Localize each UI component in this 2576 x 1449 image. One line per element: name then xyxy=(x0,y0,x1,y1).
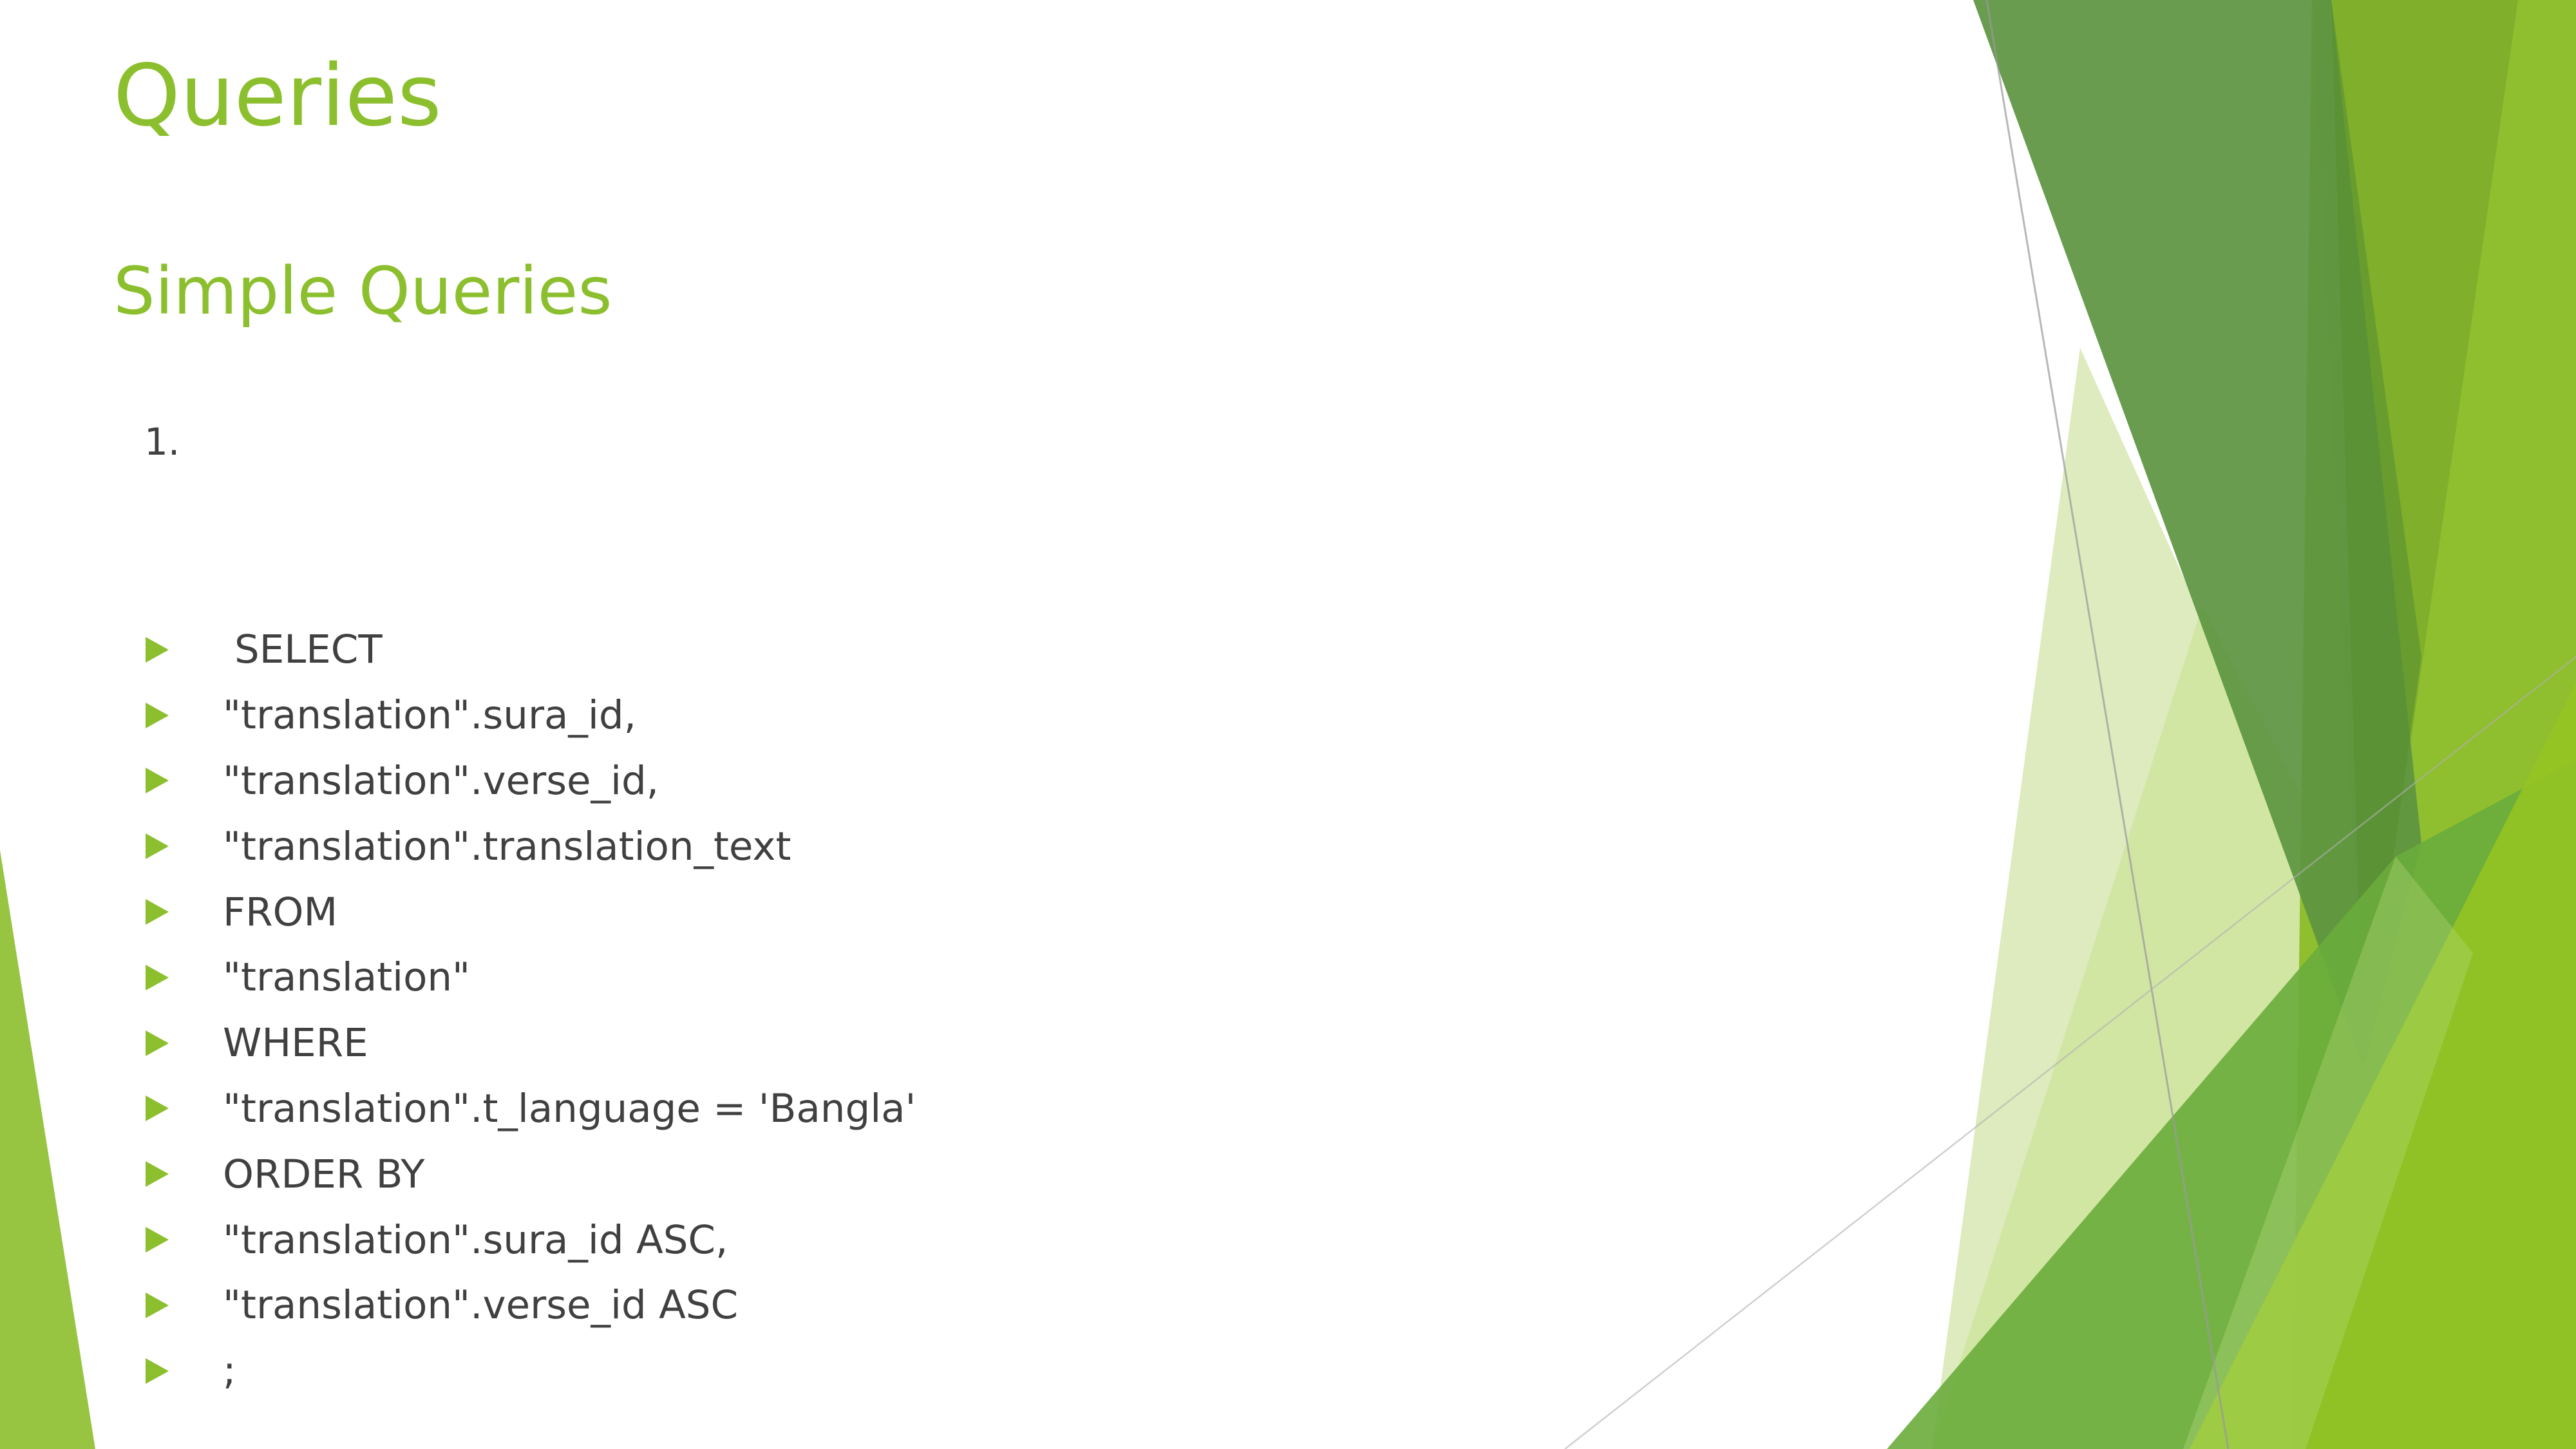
triangle-bullet-icon xyxy=(146,964,169,990)
triangle-bullet-icon xyxy=(146,833,169,860)
sql-line-text: "translation" xyxy=(223,954,471,1001)
sql-line-text: ; xyxy=(223,1348,236,1394)
sql-line: "translation".translation_text xyxy=(146,813,916,879)
sql-line: "translation".t_language = 'Bangla' xyxy=(146,1076,916,1142)
slide: Queries Simple Queries 1. SELECT "transl… xyxy=(0,0,2576,1449)
sql-line-text: FROM xyxy=(223,889,338,935)
sql-line: FROM xyxy=(146,879,916,945)
sql-line-text: "translation".sura_id ASC, xyxy=(223,1217,728,1263)
sql-line: "translation".sura_id ASC, xyxy=(146,1207,916,1273)
triangle-bullet-icon xyxy=(146,1358,169,1384)
triangle-bullet-icon xyxy=(146,636,169,663)
slide-title: Queries xyxy=(113,46,442,146)
triangle-bullet-icon xyxy=(146,1095,169,1122)
sql-line: ORDER BY xyxy=(146,1141,916,1207)
sql-line-text: "translation".verse_id, xyxy=(223,757,659,804)
triangle-bullet-icon xyxy=(146,1227,169,1253)
sql-line: "translation".verse_id, xyxy=(146,748,916,814)
sql-line: "translation".sura_id, xyxy=(146,683,916,748)
sql-line-text: "translation".sura_id, xyxy=(223,692,636,739)
sql-line: WHERE xyxy=(146,1010,916,1076)
sql-line: ; xyxy=(146,1338,916,1404)
triangle-bullet-icon xyxy=(146,1161,169,1188)
sql-line-text: "translation".translation_text xyxy=(223,823,791,869)
sql-line-text: "translation".verse_id ASC xyxy=(223,1282,739,1329)
triangle-bullet-icon xyxy=(146,1292,169,1318)
slide-subtitle: Simple Queries xyxy=(113,253,612,330)
sql-query-list: SELECT "translation".sura_id, "translati… xyxy=(146,617,916,1404)
sql-line-text: WHERE xyxy=(223,1020,368,1066)
triangle-bullet-icon xyxy=(146,899,169,925)
sql-line-text: ORDER BY xyxy=(223,1151,425,1197)
item-number: 1. xyxy=(144,420,180,464)
triangle-bullet-icon xyxy=(146,1030,169,1056)
sql-line-text: "translation".t_language = 'Bangla' xyxy=(223,1085,916,1132)
sql-line-text: SELECT xyxy=(234,627,383,673)
sql-line: "translation".verse_id ASC xyxy=(146,1273,916,1338)
sql-line: "translation" xyxy=(146,945,916,1010)
triangle-bullet-icon xyxy=(146,768,169,794)
triangle-bullet-icon xyxy=(146,702,169,728)
sql-line: SELECT xyxy=(146,617,916,683)
left-accent-shape xyxy=(0,850,95,1449)
